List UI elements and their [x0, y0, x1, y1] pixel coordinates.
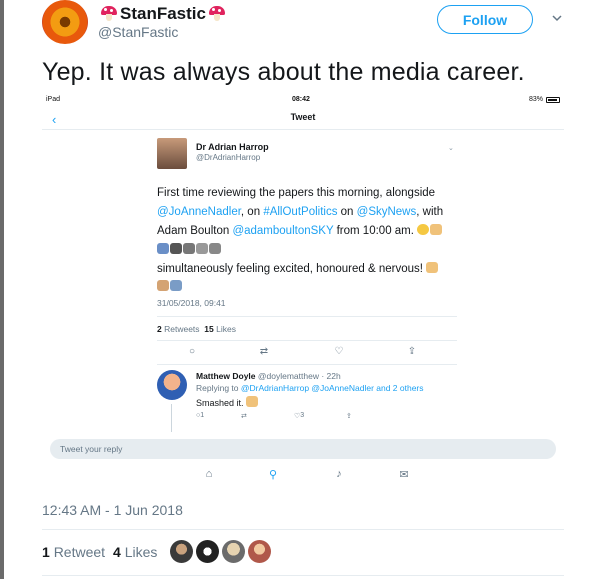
notifications-icon: ♪ [336, 468, 342, 480]
quoted-handle: @DrAdrianHarrop [196, 153, 261, 162]
nav-title: Tweet [290, 112, 316, 122]
heart-icon: ♡ 3 [294, 412, 305, 420]
follow-button[interactable]: Follow [437, 5, 533, 34]
raised-hands-emoji-icon [426, 262, 439, 273]
tweet-timestamp[interactable]: 12:43 AM - 1 Jun 2018 [42, 502, 183, 518]
reply-actions: ○ 1 ⇄ ♡ 3 ⇪ [196, 412, 396, 424]
tweet-stats: 1 Retweet 4 Likes [42, 544, 157, 560]
user-handle[interactable]: @StanFastic [98, 24, 178, 40]
battery-percent: 83% [528, 96, 543, 103]
retweet-icon: ⇄ [259, 346, 269, 357]
user-avatar[interactable] [42, 0, 88, 44]
messages-icon: ✉ [399, 469, 409, 481]
divider [157, 316, 457, 317]
quoted-name: Dr Adrian Harrop [196, 142, 269, 152]
window-edge [0, 0, 4, 579]
device-label: iPad [46, 96, 61, 103]
liker-avatar[interactable] [222, 540, 245, 563]
status-time: 08:42 [292, 96, 310, 103]
liker-avatars [170, 540, 271, 563]
thumbs-up-emoji-icon [430, 224, 443, 235]
liker-avatar[interactable] [170, 540, 193, 563]
avatar [157, 370, 187, 400]
camera-emoji-icon [170, 243, 182, 254]
ios-status-bar: iPad 08:42 83% [42, 92, 564, 106]
like-count[interactable]: 4 Likes [113, 544, 157, 560]
quoted-text-2: simultaneously feeling excited, honoured… [157, 260, 457, 296]
divider [157, 340, 457, 341]
liker-avatar[interactable] [196, 540, 219, 563]
newspaper-emoji-icon [209, 243, 221, 254]
tweet-text: Yep. It was always about the media caree… [42, 58, 525, 86]
liker-avatar[interactable] [248, 540, 271, 563]
battery-icon [546, 96, 560, 103]
divider [157, 364, 457, 365]
person-emoji-icon [157, 280, 169, 291]
chevron-down-icon[interactable] [552, 13, 562, 23]
thread-line [171, 404, 172, 432]
heart-icon: ♡ [334, 346, 344, 357]
tv-emoji-icon [183, 243, 195, 254]
quoted-text: First time reviewing the papers this mor… [157, 184, 457, 260]
share-icon: ⇪ [407, 346, 417, 357]
display-name[interactable]: StanFastic [120, 4, 206, 24]
quoted-stats: 2 Retweets 15 Likes [157, 324, 236, 334]
retweet-count[interactable]: 1 Retweet [42, 544, 105, 560]
nav-bar: ‹ Tweet [42, 106, 564, 130]
reply-text: Smashed it. [196, 396, 259, 408]
chart-emoji-icon [157, 243, 169, 254]
attached-screenshot[interactable]: iPad 08:42 83% ‹ Tweet Dr Adrian Harrop … [42, 92, 564, 486]
reply-input: Tweet your reply [50, 439, 556, 459]
retweet-icon: ⇄ [241, 413, 247, 420]
share-icon: ⇪ [346, 413, 352, 420]
chevron-down-icon: ⌄ [448, 145, 454, 152]
display-name-row[interactable]: StanFastic [98, 4, 228, 24]
quoted-actions: ○ ⇄ ♡ ⇪ [157, 346, 457, 360]
reply-header: Matthew Doyle @doylematthew · 22h [196, 371, 341, 381]
mushroom-icon [208, 6, 226, 22]
clap-emoji-icon [246, 396, 259, 407]
home-icon: ⌂ [205, 468, 213, 480]
quoted-date: 31/05/2018, 09:41 [157, 298, 226, 308]
man-emoji-icon [170, 280, 182, 291]
avatar [157, 138, 187, 169]
replying-to: Replying to @DrAdrianHarrop @JoAnneNadle… [196, 383, 424, 393]
search-icon: ⚲ [268, 469, 278, 481]
mushroom-icon [100, 6, 118, 22]
grin-emoji-icon [417, 224, 430, 235]
divider [42, 575, 564, 576]
reply-icon: ○ [188, 346, 196, 357]
reply-icon: ○ 1 [196, 412, 205, 419]
divider [42, 529, 564, 530]
tab-bar: ⌂ ⚲ ♪ ✉ [42, 464, 564, 486]
pen-emoji-icon [196, 243, 208, 254]
